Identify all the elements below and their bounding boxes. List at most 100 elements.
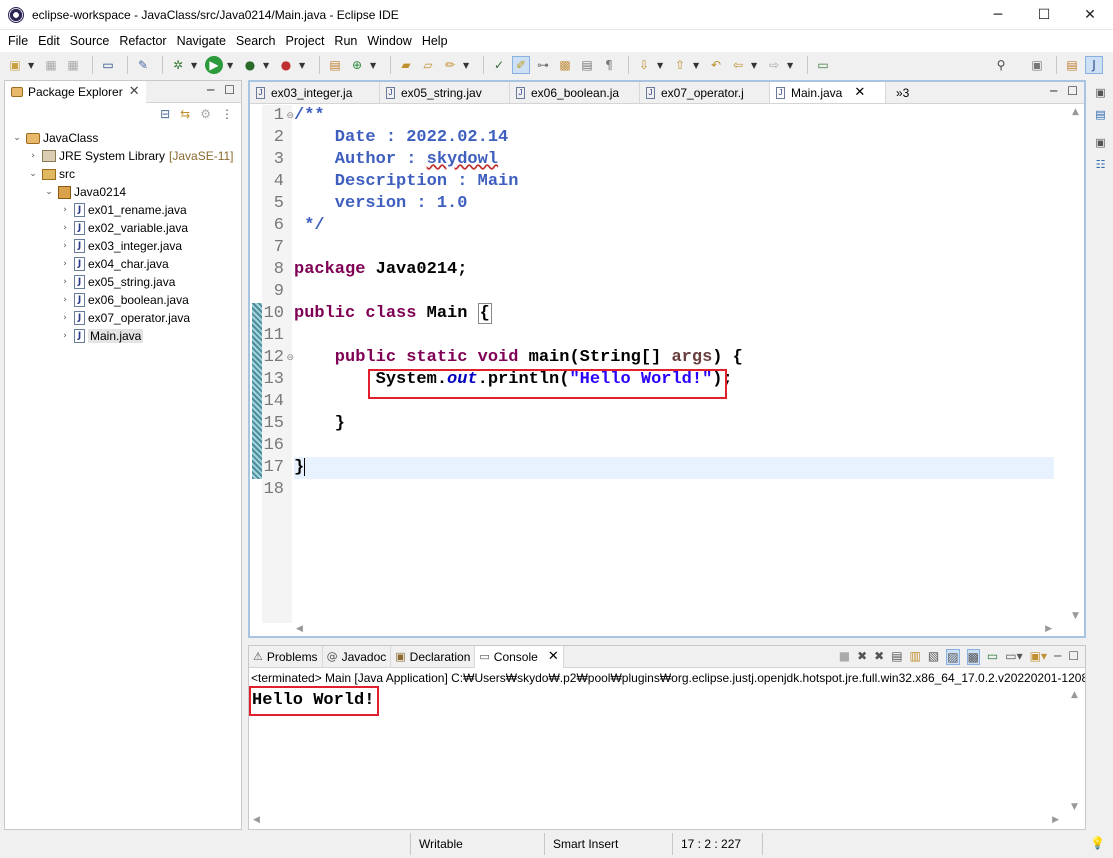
tab-overflow-button[interactable]: »3 [886, 82, 919, 103]
minimize-view-icon[interactable]: ─ [1054, 649, 1061, 665]
tab-package-explorer[interactable]: Package Explorer ✕ [5, 80, 146, 103]
tree-item-project[interactable]: ⌄ JavaClass [5, 129, 241, 147]
scroll-down-icon[interactable]: ▼ [1072, 611, 1079, 621]
tab-main-java[interactable]: J Main.java ✕ [770, 82, 886, 103]
display-console-icon[interactable]: ▭▾ [1005, 649, 1022, 665]
console-horizontal-scrollbar[interactable]: ◀ ▶ [251, 813, 1061, 827]
tree-item-java-file[interactable]: › J ex01_rename.java [5, 201, 241, 219]
code-text[interactable]: /** Date : 2022.02.14 Author : skydowl D… [294, 105, 1054, 623]
java-ee-perspective-icon[interactable]: ▤ [1063, 56, 1081, 74]
terminal-icon[interactable]: ▭ [99, 56, 117, 74]
pin-editor-icon[interactable]: ▭ [814, 56, 832, 74]
forward-dropdown-icon[interactable]: ▼ [787, 61, 795, 70]
tree-item-src[interactable]: ⌄ src [5, 165, 241, 183]
chevron-down-icon[interactable]: ⌄ [27, 169, 39, 179]
next-annotation-dropdown-icon[interactable]: ▼ [657, 61, 665, 70]
menu-run[interactable]: Run [330, 34, 361, 48]
new-icon[interactable]: ▣ [6, 56, 24, 74]
run-dropdown-icon[interactable]: ▼ [227, 61, 235, 70]
back-dropdown-icon[interactable]: ▼ [751, 61, 759, 70]
fold-icon[interactable]: ⊖ [286, 347, 294, 369]
coverage-icon[interactable]: ● [241, 56, 259, 74]
save-icon[interactable]: ▦ [42, 56, 60, 74]
chevron-right-icon[interactable]: › [59, 259, 71, 269]
remove-launch-icon[interactable]: ✖ [857, 649, 867, 665]
open-perspective-icon[interactable]: ▣ [1028, 56, 1046, 74]
maximize-view-icon[interactable]: ☐ [1068, 649, 1079, 665]
task-list-icon[interactable]: ☷ [1093, 158, 1109, 174]
chevron-right-icon[interactable]: › [59, 241, 71, 251]
outline-view-icon[interactable]: ▤ [1093, 108, 1109, 124]
console-vertical-scrollbar[interactable]: ▲ ▼ [1067, 688, 1083, 814]
minimize-button[interactable]: ─ [975, 0, 1021, 30]
vertical-scrollbar[interactable]: ▲ ▼ [1068, 105, 1084, 623]
chevron-right-icon[interactable]: › [27, 151, 39, 161]
new-class-dropdown-icon[interactable]: ▼ [370, 61, 378, 70]
maximize-button[interactable]: ☐ [1021, 0, 1067, 30]
close-icon[interactable]: ✕ [548, 649, 559, 664]
horizontal-scrollbar[interactable]: ◀ ▶ [294, 622, 1054, 636]
new-dropdown-icon[interactable]: ▼ [28, 61, 36, 70]
new-java-project-icon[interactable]: ▤ [326, 56, 344, 74]
editor-body[interactable]: 1 ⊖ 2 3 4 5 6 7 8 9 10 11 12 ⊖ 13 14 15 16… [250, 105, 1084, 636]
clear-console-icon[interactable]: ▩ [966, 649, 980, 665]
word-wrap-icon[interactable]: ▤ [578, 56, 596, 74]
filters-icon[interactable]: ⚙ [200, 107, 211, 121]
scroll-left-icon[interactable]: ◀ [253, 815, 260, 825]
open-task-icon[interactable]: ▱ [419, 56, 437, 74]
collapse-all-icon[interactable]: ⊟ [160, 107, 170, 121]
tab-javadoc[interactable]: @ Javadoc [323, 645, 392, 668]
menu-navigate[interactable]: Navigate [173, 34, 230, 48]
chevron-down-icon[interactable]: ⌄ [43, 187, 55, 197]
chevron-right-icon[interactable]: › [59, 277, 71, 287]
debug-icon[interactable]: ✲ [169, 56, 187, 74]
scroll-up-icon[interactable]: ▲ [1072, 107, 1079, 117]
lightbulb-icon[interactable]: 💡 [1090, 836, 1105, 850]
mark-occurrences-icon[interactable]: ✓ [490, 56, 508, 74]
chevron-right-icon[interactable]: › [59, 295, 71, 305]
tab-console[interactable]: ▭ Console ✕ [475, 645, 564, 668]
menu-source[interactable]: Source [66, 34, 114, 48]
tab-ex03-integer[interactable]: J ex03_integer.ja [250, 82, 380, 103]
menu-window[interactable]: Window [363, 34, 415, 48]
coverage-dropdown-icon[interactable]: ▼ [263, 61, 271, 70]
forward-icon[interactable]: ⇨ [765, 56, 783, 74]
skip-breakpoints-icon[interactable]: ✎ [134, 56, 152, 74]
scroll-lock-icon[interactable]: ▤ [891, 649, 902, 665]
debug-dropdown-icon[interactable]: ▼ [191, 61, 199, 70]
menu-search[interactable]: Search [232, 34, 280, 48]
menu-help[interactable]: Help [418, 34, 452, 48]
block-selection-icon[interactable]: ▩ [556, 56, 574, 74]
tree-item-java-file-selected[interactable]: › J Main.java [5, 327, 241, 345]
chevron-right-icon[interactable]: › [59, 313, 71, 323]
close-button[interactable]: ✕ [1067, 0, 1113, 30]
console-output[interactable]: Hello World! [249, 686, 1085, 716]
save-all-icon[interactable]: ▦ [64, 56, 82, 74]
scroll-right-icon[interactable]: ▶ [1045, 624, 1052, 634]
word-wrap-icon[interactable]: ▥ [910, 649, 921, 665]
menu-edit[interactable]: Edit [34, 34, 64, 48]
show-on-stdout-icon[interactable]: ▧ [928, 649, 939, 665]
menu-refactor[interactable]: Refactor [115, 34, 170, 48]
tree-item-java-file[interactable]: › J ex04_char.java [5, 255, 241, 273]
run-icon[interactable]: ▶ [205, 56, 223, 74]
restore-icon[interactable]: ▣ [1093, 136, 1109, 152]
next-annotation-icon[interactable]: ⇩ [635, 56, 653, 74]
java-perspective-icon[interactable]: J [1085, 56, 1103, 74]
tree-item-java-file[interactable]: › J ex06_boolean.java [5, 291, 241, 309]
tree-item-java-file[interactable]: › J ex05_string.java [5, 273, 241, 291]
chevron-down-icon[interactable]: ⌄ [11, 133, 23, 143]
terminate-icon[interactable]: ■ [839, 649, 850, 665]
previous-annotation-dropdown-icon[interactable]: ▼ [693, 61, 701, 70]
last-edit-location-icon[interactable]: ↶ [707, 56, 725, 74]
new-class-icon[interactable]: ⊕ [348, 56, 366, 74]
remove-all-terminated-icon[interactable]: ✖ [874, 649, 884, 665]
menu-project[interactable]: Project [282, 34, 329, 48]
close-icon[interactable]: ✕ [129, 84, 140, 99]
external-tools-icon[interactable]: ● [277, 56, 295, 74]
view-menu-icon[interactable]: ⋮ [221, 107, 233, 121]
search-tool-icon[interactable]: ✏ [441, 56, 459, 74]
minimize-view-icon[interactable]: ─ [207, 83, 214, 97]
show-whitespace-icon[interactable]: ¶ [600, 56, 618, 74]
close-icon[interactable]: ✕ [854, 85, 865, 100]
